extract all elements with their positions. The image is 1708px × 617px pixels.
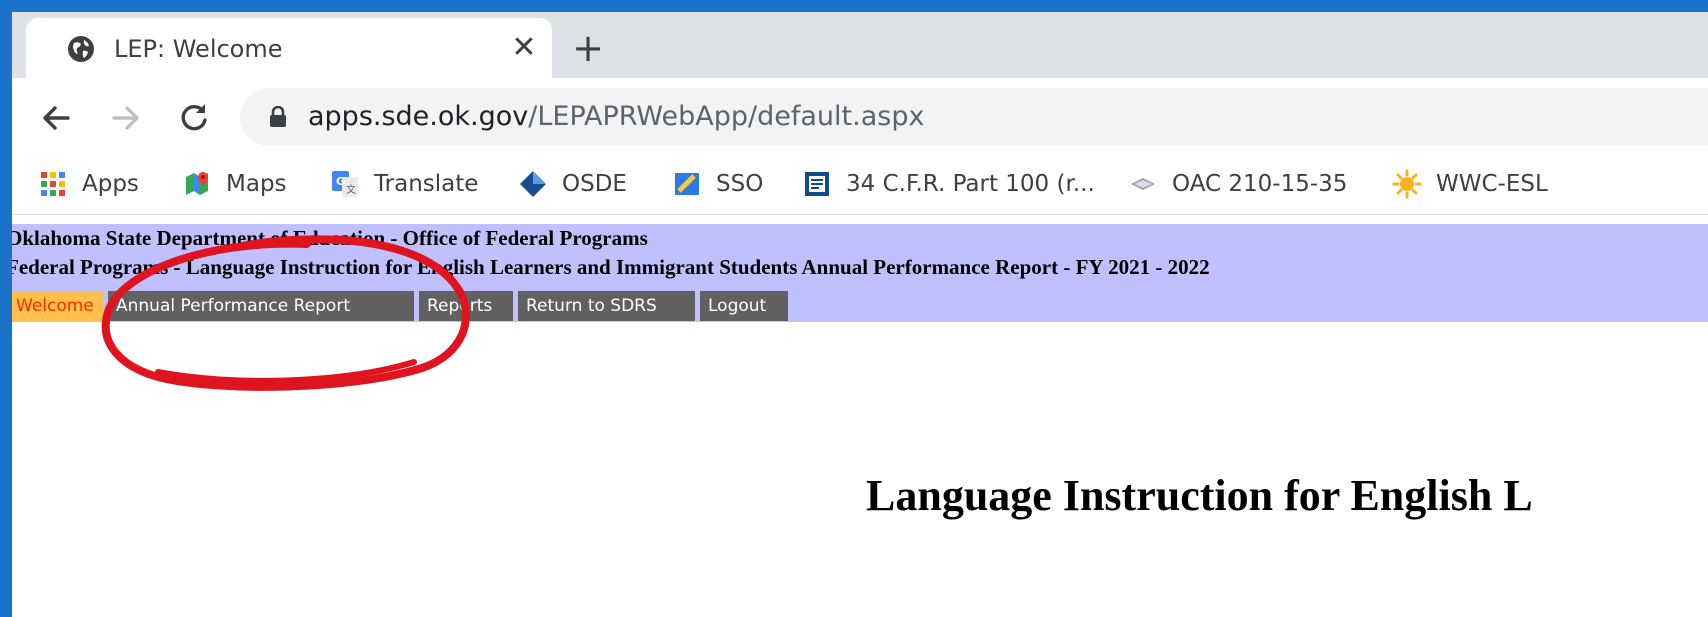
main-heading: Language Instruction for English L (866, 471, 1533, 520)
bookmark-sso[interactable]: SSO (672, 168, 763, 200)
new-tab-button[interactable]: + (568, 28, 608, 68)
bookmark-osde[interactable]: OSDE (518, 168, 627, 200)
svg-text:文: 文 (346, 183, 356, 196)
tab-title: LEP: Welcome (114, 35, 283, 63)
bookmark-label: Maps (226, 171, 287, 197)
url-path: /LEPAPRWebApp/default.aspx (528, 101, 925, 132)
bookmark-label: OSDE (562, 171, 627, 197)
globe-icon (68, 36, 94, 62)
tab-strip: LEP: Welcome ✕ + (12, 12, 1708, 78)
menu-welcome[interactable]: Welcome (12, 291, 104, 321)
bookmark-translate[interactable]: G 文 Translate (330, 168, 478, 200)
header-program-title: Federal Programs - Language Instruction … (6, 255, 1210, 279)
bookmark-label: OAC 210-15-35 (1172, 171, 1348, 197)
menu-reports[interactable]: Reports (419, 291, 513, 321)
browser-toolbar: apps.sde.ok.gov/LEPAPRWebApp/default.asp… (12, 78, 1708, 154)
page-header: Oklahoma State Department of Education -… (12, 224, 1708, 322)
svg-text:G: G (336, 175, 345, 188)
reload-icon[interactable] (172, 96, 216, 140)
address-bar[interactable]: apps.sde.ok.gov/LEPAPRWebApp/default.asp… (240, 88, 1708, 146)
bookmark-wwc-esl[interactable]: WWC-ESL (1392, 168, 1548, 200)
bookmark-label: 34 C.F.R. Part 100 (r... (846, 171, 1095, 197)
header-agency-title: Oklahoma State Department of Education -… (6, 226, 648, 250)
tab-active[interactable]: LEP: Welcome ✕ (26, 18, 552, 78)
back-arrow-icon[interactable] (34, 96, 78, 140)
url-host: apps.sde.ok.gov (308, 101, 529, 132)
browser-window: LEP: Welcome ✕ + apps.sde.ok.gov/LEPAPRW… (0, 0, 1708, 617)
url-text[interactable]: apps.sde.ok.gov/LEPAPRWebApp/default.asp… (308, 101, 924, 132)
sun-icon (1392, 169, 1422, 199)
bookmark-oac[interactable]: OAC 210-15-35 (1128, 168, 1347, 200)
document-icon (805, 172, 829, 196)
bookmark-label: Apps (82, 171, 139, 197)
apps-grid-icon (41, 172, 65, 196)
close-tab-icon[interactable]: ✕ (506, 30, 542, 66)
menu-return-to-sdrs[interactable]: Return to SDRS (518, 291, 695, 321)
lock-icon[interactable] (268, 106, 288, 128)
forward-arrow-icon[interactable] (104, 96, 148, 140)
osde-icon (520, 171, 546, 197)
bookmark-apps[interactable]: Apps (38, 168, 139, 200)
bookmarks-bar: Apps Maps G 文 Translate OSDE SSO 34 C.F.… (12, 154, 1708, 215)
bookmark-label: SSO (716, 171, 764, 197)
sso-icon (675, 173, 699, 195)
bookmark-label: WWC-ESL (1436, 171, 1548, 197)
bookmark-label: Translate (374, 171, 479, 197)
bookmark-maps[interactable]: Maps (182, 168, 287, 200)
menu-logout[interactable]: Logout (700, 291, 788, 321)
maps-icon (186, 172, 208, 195)
translate-icon: G 文 (332, 171, 358, 197)
menu-annual-performance-report[interactable]: Annual Performance Report (108, 291, 414, 321)
bookmark-cfr[interactable]: 34 C.F.R. Part 100 (r... (802, 168, 1095, 200)
oac-icon (1131, 178, 1155, 190)
